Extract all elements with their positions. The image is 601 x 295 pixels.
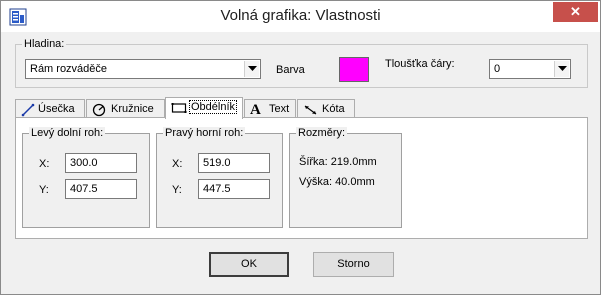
layer-select-arrow[interactable] [244,61,259,77]
tab-dimension[interactable]: Kóta [297,99,355,118]
tab-line-label: Úsečka [38,103,75,115]
upper-right-corner-label: Pravý horní roh: [163,127,246,139]
ok-button-label: OK [241,258,257,270]
close-button[interactable]: ✕ [553,2,598,22]
properties-dialog: Volná grafika: Vlastnosti ✕ Hladina: Rám… [0,0,601,295]
line-width-select-arrow[interactable] [554,61,569,77]
lower-left-corner-group: Levý dolní roh: X: Y: [22,127,150,228]
upper-right-corner-group: Pravý horní roh: X: Y: [156,127,283,228]
lower-left-y-label: Y: [39,184,49,196]
upper-right-x-label: X: [172,158,183,170]
color-label: Barva [276,64,305,76]
ok-button[interactable]: OK [209,252,289,277]
lower-left-y-input[interactable] [65,179,137,199]
layer-select[interactable]: Rám rozváděče [25,59,261,79]
tab-dimension-label: Kóta [322,103,345,115]
chevron-down-icon [558,66,567,71]
height-readout: Výška: 40.0mm [299,176,375,188]
dimensions-label: Rozměry: [296,127,348,139]
rectangle-icon [171,101,187,118]
title-bar: Volná grafika: Vlastnosti ✕ [1,1,600,32]
tab-rectangle-label: Obdélník [188,100,238,114]
tab-text[interactable]: A Text [244,99,296,118]
window-title: Volná grafika: Vlastnosti [220,7,381,24]
chevron-down-icon [248,66,257,71]
cancel-button[interactable]: Storno [313,252,394,277]
width-readout: Šířka: 219.0mm [299,156,377,168]
upper-right-y-label: Y: [172,184,182,196]
layer-select-value: Rám rozváděče [30,63,108,75]
line-width-label: Tloušťka čáry: [385,58,455,70]
tab-circle[interactable]: Kružnice [86,99,165,118]
layer-group: Hladina: Rám rozváděče Barva Tloušťka čá… [15,38,588,88]
tab-text-label: Text [269,103,290,115]
dimensions-group: Rozměry: Šířka: 219.0mm Výška: 40.0mm [289,127,402,228]
upper-right-x-input[interactable] [198,153,270,173]
layer-group-label: Hladina: [22,38,67,50]
line-width-value: 0 [494,63,501,75]
tab-rectangle[interactable]: Obdélník [165,97,243,119]
cancel-button-label: Storno [337,258,370,270]
lower-left-x-input[interactable] [65,153,137,173]
tab-line[interactable]: Úsečka [15,99,85,118]
rectangle-tab-panel: Levý dolní roh: X: Y: Pravý horní roh: X… [15,117,588,239]
line-width-select[interactable]: 0 [489,59,571,79]
lower-left-corner-label: Levý dolní roh: [29,127,106,139]
upper-right-y-input[interactable] [198,179,270,199]
svg-text:A: A [250,102,261,116]
color-swatch[interactable] [339,57,369,82]
tab-circle-label: Kružnice [111,103,154,115]
lower-left-x-label: X: [39,158,50,170]
